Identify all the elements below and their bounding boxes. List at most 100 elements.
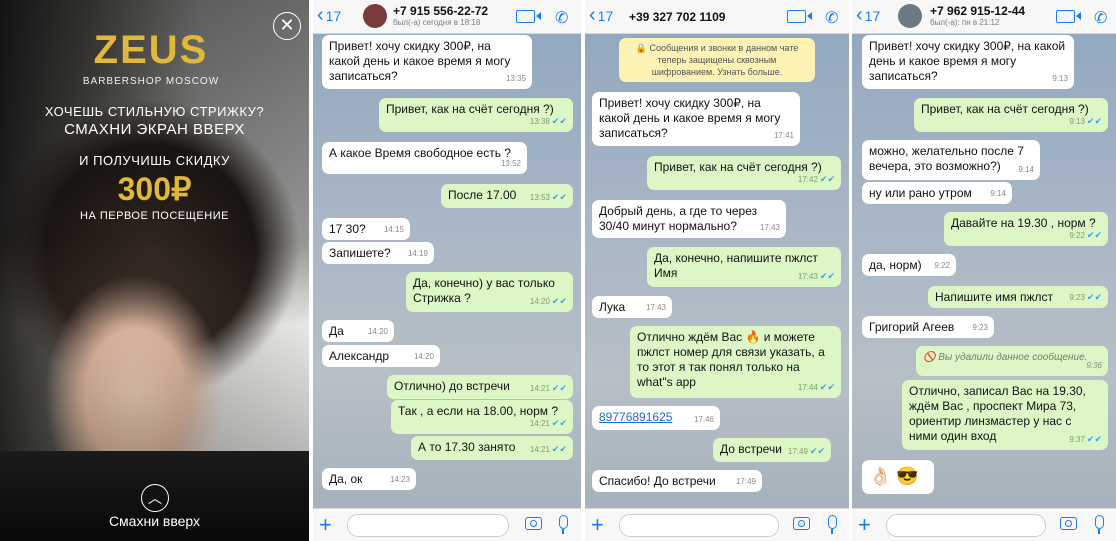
microphone-icon[interactable] [1095,515,1104,534]
phone-link[interactable]: 89776891625 [599,410,672,424]
chat-input-bar: + [313,508,581,541]
read-check-icon: ✔✔ [551,192,567,202]
brand-subtitle: BARBERSHOP MOSCOW [82,76,220,87]
message-incoming: Да, ок 14:23 [322,468,416,490]
message-outgoing: До встречи 17:49 ✔✔ [713,438,831,462]
chevron-left-icon: ‹ [317,4,324,26]
chat-header: ‹ 17 +7 915 556-22-72 был(-а) сегодня в 1… [313,0,581,34]
message-outgoing: Привет, как на счёт сегодня ?) 13:38 ✔✔ [379,98,573,132]
read-check-icon: ✔✔ [1086,434,1102,444]
message-incoming: 17 30? 14:15 [322,218,410,240]
read-check-icon: ✔✔ [551,116,567,126]
barbershop-ad-panel: ✕ ZEUS BARBERSHOP MOSCOW Хочешь стильную… [0,0,309,541]
message-outgoing: Отлично, записал Вас на 19.30, ждём Вас … [902,380,1108,450]
phone-icon[interactable]: ✆ [1094,8,1107,28]
brand-logo: ZEUS [93,28,209,72]
contact-phone[interactable]: +39 327 702 1109 [629,10,725,24]
video-call-icon[interactable] [1056,10,1081,23]
phone-icon[interactable]: ✆ [825,8,838,28]
chevron-left-icon: ‹ [589,4,596,26]
chevron-up-icon[interactable]: ︿ [141,484,169,512]
phone-icon[interactable]: ✆ [555,8,568,28]
message-outgoing: Да, конечно) у вас только Стрижка ? 14:20… [406,272,573,312]
message-incoming: Запишете? 14:19 [322,242,434,264]
ad-first-visit-text: на первое посещение [80,210,229,222]
message-input[interactable] [619,514,779,537]
message-outgoing: Отлично ждём Вас 🔥 и можете пжлст номер … [630,326,841,398]
back-button[interactable]: ‹ 17 [589,4,613,26]
close-icon[interactable]: ✕ [273,12,301,40]
message-incoming: Привет! хочу скидку 300₽, на какой день … [322,35,532,89]
camera-icon[interactable] [525,517,542,530]
contact-status: был(-а) сегодня в 18:18 [393,18,481,27]
avatar[interactable] [898,4,922,28]
ad-call-to-action: Смахни экран вверх [64,121,245,138]
swipe-up-label[interactable]: Смахни вверх [0,513,309,529]
message-outgoing: Напишите имя пжлст 9:23 ✔✔ [928,286,1108,308]
message-outgoing: Давайте на 19.30 , норм ? 9:22 ✔✔ [944,212,1108,246]
message-incoming: ну или рано утром 9:14 [862,182,1012,204]
video-call-icon[interactable] [787,10,812,23]
read-check-icon: ✔✔ [1086,230,1102,240]
read-check-icon: ✔✔ [819,271,835,281]
contact-phone[interactable]: +7 915 556-22-72 [393,4,488,18]
read-check-icon: ✔✔ [819,174,835,184]
message-incoming: Привет! хочу скидку 300₽, на какой день … [592,92,800,146]
message-incoming: Добрый день, а где то через 30/40 минут … [592,200,786,238]
message-outgoing: Так , а если на 18.00, норм ? 14:21 ✔✔ [391,400,573,434]
message-incoming: 89776891625 17:46 [592,406,720,430]
ad-price: 300₽ [117,171,192,207]
read-check-icon: ✔✔ [809,446,825,456]
message-input[interactable] [347,514,509,537]
emoji-message: 👌🏻 😎 [862,460,934,494]
back-button[interactable]: ‹ 17 [317,4,341,26]
chat-input-bar: + [852,508,1116,541]
camera-icon[interactable] [1060,517,1077,530]
chat-input-bar: + [585,508,849,541]
message-incoming: можно, желательно после 7 вечера, это во… [862,140,1040,180]
message-outgoing: Привет, как на счёт сегодня ?) 9:13 ✔✔ [914,98,1108,132]
deleted-message: 🚫 Вы удалили данное сообщение. 9:36 [916,346,1108,376]
microphone-icon[interactable] [828,515,837,534]
camera-icon[interactable] [793,517,810,530]
chat-header: ‹ 17 +39 327 702 1109 ✆ [585,0,849,34]
read-check-icon: ✔✔ [1086,292,1102,302]
chat-screen-1: ‹ 17 +7 915 556-22-72 был(-а) сегодня в 1… [313,0,581,541]
read-check-icon: ✔✔ [819,382,835,392]
contact-status: был(-а): пн в 21:12 [930,18,1000,27]
message-outgoing: Да, конечно, напишите пжлст Имя 17:43 ✔✔ [647,247,841,287]
encryption-notice[interactable]: 🔒 Сообщения и звонки в данном чате тепер… [619,38,815,82]
read-check-icon: ✔✔ [1086,116,1102,126]
message-incoming: Привет! хочу скидку 300₽, на какой день … [862,35,1074,89]
chat-screen-3: ‹ 17 +7 962 915-12-44 был(-а): пн в 21:12… [852,0,1116,541]
chat-header: ‹ 17 +7 962 915-12-44 был(-а): пн в 21:12… [852,0,1116,34]
plus-icon[interactable]: + [858,512,871,538]
plus-icon[interactable]: + [319,512,332,538]
message-outgoing: Привет, как на счёт сегодня ?) 17:42 ✔✔ [647,156,841,190]
message-incoming: Григорий Агеев 9:23 [862,316,994,338]
message-incoming: Спасибо! До встречи 17:49 [592,470,762,492]
message-incoming: Да 14:20 [322,320,394,342]
back-button[interactable]: ‹ 17 [856,4,880,26]
ad-discount-text: и получишь скидку [79,153,230,168]
message-outgoing: А то 17.30 занято 14:21 ✔✔ [411,436,573,460]
message-incoming: да, норм) 9:22 [862,254,956,276]
message-incoming: А какое Время свободное есть ? 13:52 [322,142,527,174]
avatar[interactable] [363,4,387,28]
message-outgoing: После 17.00 13:53 ✔✔ [441,184,573,208]
microphone-icon[interactable] [559,515,568,534]
chevron-left-icon: ‹ [856,4,863,26]
ad-headline: Хочешь стильную стрижку? [44,104,265,119]
read-check-icon: ✔✔ [551,444,567,454]
message-outgoing: Отлично) до встречи 14:21 ✔✔ [387,375,573,399]
chat-screen-2: ‹ 17 +39 327 702 1109 ✆ 🔒 Сообщения и зво… [585,0,849,541]
message-incoming: Александр 14:20 [322,345,440,367]
video-call-icon[interactable] [516,10,541,23]
contact-phone[interactable]: +7 962 915-12-44 [930,4,1025,18]
read-check-icon: ✔✔ [551,296,567,306]
read-check-icon: ✔✔ [551,383,567,393]
plus-icon[interactable]: + [591,512,604,538]
message-incoming: Лука 17:43 [592,296,672,318]
message-input[interactable] [886,514,1046,537]
read-check-icon: ✔✔ [551,418,567,428]
